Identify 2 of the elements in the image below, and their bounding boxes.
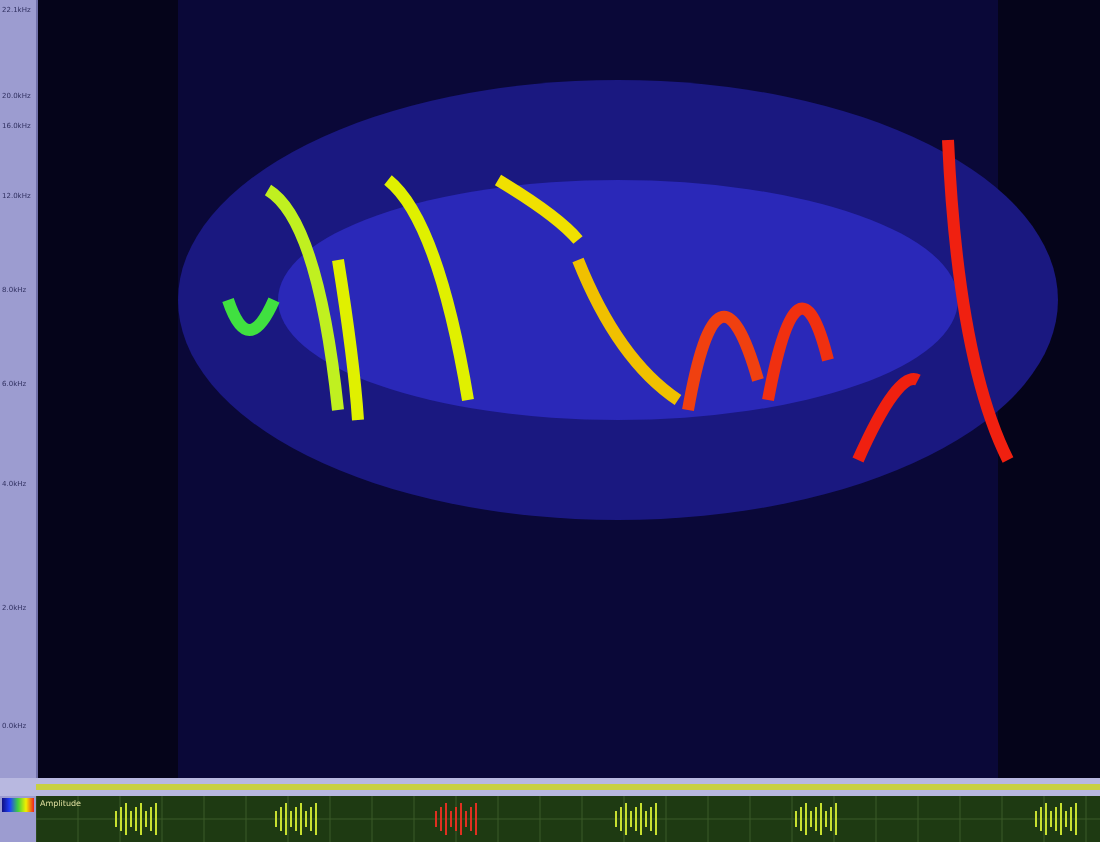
- color-scale: [2, 798, 34, 812]
- scrollbar-track[interactable]: [36, 784, 1100, 790]
